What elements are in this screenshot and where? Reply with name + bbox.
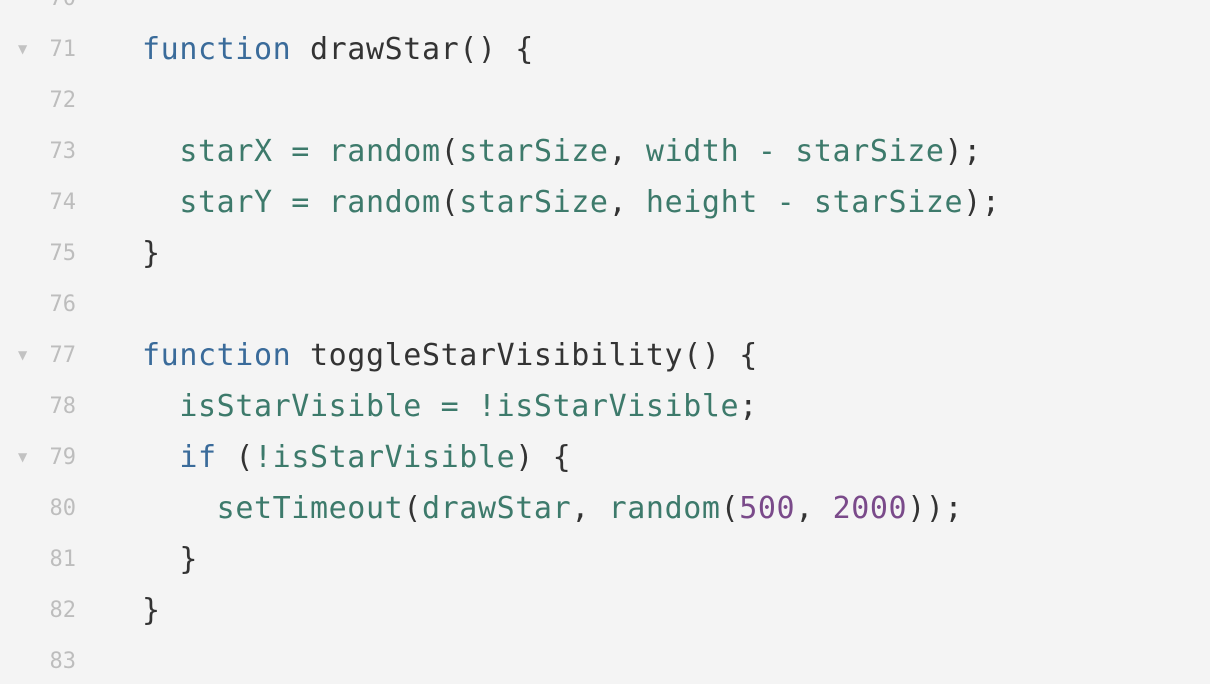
- token-punct: () {: [459, 32, 534, 67]
- token-punct: );: [963, 185, 1001, 220]
- line-number: 83: [49, 649, 77, 674]
- token-ident: isStarVisible: [179, 389, 422, 424]
- token-op: -: [739, 134, 796, 169]
- line-number: 81: [49, 547, 77, 572]
- token-number: 500: [739, 491, 796, 526]
- token-ident: starSize: [459, 185, 609, 220]
- line-number: 71: [49, 37, 77, 62]
- code-text: if (!isStarVisible) {: [142, 432, 571, 483]
- token-ident: starSize: [813, 185, 964, 220]
- code-text: setTimeout(drawStar, random(500, 2000));: [142, 483, 963, 534]
- token-keyword: function: [142, 338, 292, 373]
- token-punct: }: [142, 236, 161, 271]
- token-keyword: function: [142, 32, 292, 67]
- token-number: 2000: [832, 491, 908, 526]
- code-text: }: [142, 228, 161, 279]
- code-line[interactable]: ▼83: [0, 636, 1210, 684]
- code-text: isStarVisible = !isStarVisible;: [142, 381, 758, 432]
- token-name: drawStar: [309, 32, 460, 67]
- token-op: !: [253, 440, 273, 475]
- token-punct: (: [720, 491, 740, 526]
- line-number: 78: [49, 394, 77, 419]
- code-line[interactable]: ▼81 }: [0, 534, 1210, 585]
- token-op: -: [757, 185, 814, 220]
- token-ident: width: [645, 134, 740, 169]
- code-text: function drawStar() {: [142, 24, 534, 75]
- token-ident: isStarVisible: [272, 440, 516, 475]
- code-text: starX = random(starSize, width - starSiz…: [142, 126, 982, 177]
- line-number: 73: [49, 139, 77, 164]
- token-ident: setTimeout: [216, 491, 404, 526]
- line-number: 72: [49, 88, 77, 113]
- line-number: 79: [49, 445, 77, 470]
- code-line[interactable]: ▼ 79 if (!isStarVisible) {: [0, 432, 1210, 483]
- token-punct: ) {: [515, 440, 572, 475]
- token-op: =: [272, 185, 329, 220]
- token-punct: () {: [683, 338, 758, 373]
- line-number: 75: [49, 241, 77, 266]
- token-ident: height: [645, 185, 758, 220]
- code-text: starY = random(starSize, height - starSi…: [142, 177, 1001, 228]
- token-keyword: if: [179, 440, 217, 475]
- code-line[interactable]: ▼ 77 function toggleStarVisibility() {: [0, 330, 1210, 381]
- token-punct: }: [179, 542, 198, 577]
- token-punct: ,: [795, 491, 833, 526]
- code-line[interactable]: ▼70: [0, 0, 1210, 24]
- code-line[interactable]: ▼74 starY = random(starSize, height - st…: [0, 177, 1210, 228]
- token-ident: starSize: [459, 134, 609, 169]
- token-ident: random: [328, 134, 441, 169]
- code-editor[interactable]: ▼70▼71function drawStar() {▼72▼73 starX …: [0, 0, 1210, 684]
- token-name: toggleStarVisibility: [309, 338, 684, 373]
- token-punct: (: [440, 185, 460, 220]
- token-ident: starX: [179, 134, 273, 169]
- token-punct: ,: [608, 185, 646, 220]
- code-line[interactable]: ▼75}: [0, 228, 1210, 279]
- token-ident: isStarVisible: [496, 389, 740, 424]
- line-number: 82: [49, 598, 77, 623]
- line-number: 76: [49, 292, 77, 317]
- code-text: function toggleStarVisibility() {: [142, 330, 758, 381]
- line-number: 74: [49, 190, 77, 215]
- token-punct: ,: [608, 134, 646, 169]
- code-text: }: [142, 534, 198, 585]
- code-line[interactable]: ▼76: [0, 279, 1210, 330]
- token-ident: starSize: [795, 134, 945, 169]
- code-line[interactable]: ▼72: [0, 75, 1210, 126]
- code-text: }: [142, 585, 161, 636]
- token-punct: (: [403, 491, 422, 526]
- token-op: =: [272, 134, 329, 169]
- token-punct: );: [944, 134, 982, 169]
- token-ident: starY: [179, 185, 273, 220]
- token-punct: ,: [571, 491, 609, 526]
- token-punct: (: [440, 134, 460, 169]
- code-lines: ▼70▼71function drawStar() {▼72▼73 starX …: [0, 0, 1210, 684]
- code-line[interactable]: ▼ 71 function drawStar() {: [0, 24, 1210, 75]
- code-line[interactable]: ▼78 isStarVisible = !isStarVisible;: [0, 381, 1210, 432]
- token-punct: ));: [907, 491, 964, 526]
- token-ident: drawStar: [421, 491, 572, 526]
- line-number: 80: [49, 496, 77, 521]
- token-ident: random: [608, 491, 721, 526]
- code-line[interactable]: ▼82}: [0, 585, 1210, 636]
- line-number: 70: [30, 0, 77, 24]
- token-punct: ;: [739, 389, 758, 424]
- token-punct: (: [216, 440, 254, 475]
- line-number: 77: [49, 343, 77, 368]
- token-ident: random: [328, 185, 441, 220]
- code-line[interactable]: ▼73 starX = random(starSize, width - sta…: [0, 126, 1210, 177]
- token-punct: }: [142, 593, 161, 628]
- code-line[interactable]: ▼80 setTimeout(drawStar, random(500, 200…: [0, 483, 1210, 534]
- token-op: = !: [421, 389, 497, 424]
